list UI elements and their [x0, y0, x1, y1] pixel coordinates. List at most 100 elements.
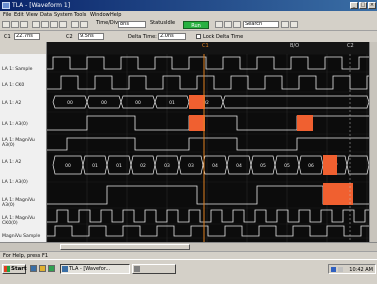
- taskbar: Start TLA - [Wavefor... 10:42 AM: [0, 259, 377, 284]
- timediv-field[interactable]: 8ns: [118, 21, 146, 28]
- delta-time-label: Delta Time:: [128, 34, 157, 40]
- waveform-svg: 0000000102000101020303040405050607: [46, 53, 370, 242]
- menu-data[interactable]: Data: [40, 12, 52, 18]
- lock-delta-checkbox[interactable]: [196, 34, 201, 39]
- a2-bus-mid-value: 02: [140, 163, 146, 169]
- delta-time-field[interactable]: 2.0ns: [158, 33, 186, 40]
- a3-highlight-2: [297, 115, 313, 131]
- search-go-icon[interactable]: [281, 21, 289, 28]
- taskbar-item-tla[interactable]: TLA - [Wavefor...: [60, 264, 130, 274]
- taskbar-item-2[interactable]: [132, 264, 176, 274]
- channel-label-magnivu-a3-2[interactable]: LA 1: MagniVu A3(0): [2, 198, 42, 208]
- a2-bus-value: 00: [135, 100, 141, 106]
- sample-waveform: [47, 56, 369, 70]
- task2-icon: [134, 266, 140, 272]
- print-icon[interactable]: [32, 21, 40, 28]
- next-icon[interactable]: [233, 21, 241, 28]
- a2-bus-mid-value: 01: [92, 163, 98, 169]
- find-next-icon[interactable]: [290, 21, 298, 28]
- channel-label-a2-2[interactable]: LA 1: A2: [2, 160, 21, 165]
- a3-2-waveform: [47, 185, 369, 205]
- window-title: TLA - [Waveform 1]: [12, 2, 71, 9]
- open-icon[interactable]: [11, 21, 19, 28]
- search-field[interactable]: Search: [243, 21, 279, 28]
- ck0-waveform: [47, 75, 369, 90]
- cursor1-label: C1: [4, 34, 11, 40]
- cursor2-label: C2: [66, 34, 73, 40]
- magnivu-a3-waveform: [47, 137, 369, 151]
- zoom-in-icon[interactable]: [71, 21, 79, 28]
- menu-bar: File Edit View Data System Tools Window …: [0, 11, 377, 19]
- channel-label-magnivu-sample[interactable]: MagniVu Sample: [2, 234, 40, 239]
- paste-icon[interactable]: [59, 21, 67, 28]
- menu-window[interactable]: Window: [90, 12, 110, 18]
- menu-file[interactable]: File: [3, 12, 11, 18]
- a2-bus-mid-segment: [346, 155, 370, 175]
- cursor1-marker[interactable]: C1: [202, 43, 209, 49]
- prev-icon[interactable]: [224, 21, 232, 28]
- taskbar-item-label: TLA - [Wavefor...: [69, 266, 111, 272]
- status-label: Status: [150, 20, 166, 26]
- explorer-icon[interactable]: [39, 265, 46, 272]
- label-header: [0, 42, 47, 54]
- menu-tools[interactable]: Tools: [74, 12, 86, 18]
- title-bar[interactable]: TLA - [Waveform 1] _ □ ×: [0, 0, 377, 11]
- channel-label-a3[interactable]: LA 1: A3(0): [2, 122, 28, 127]
- a3-2-highlight: [323, 183, 353, 205]
- stop-icon[interactable]: [215, 21, 223, 28]
- channel-label-sample[interactable]: LA 1: Sample: [2, 67, 32, 72]
- a2-bus-mid-value: 05: [260, 163, 266, 169]
- volume-icon[interactable]: [338, 267, 343, 272]
- channel-label-a3-2[interactable]: LA 1: A3(0): [2, 180, 28, 185]
- a2-bus-mid-value: 00: [65, 163, 71, 169]
- lock-delta-label: Lock Delta Time: [203, 34, 244, 40]
- a2-bus-value: 00: [101, 100, 107, 106]
- menu-view[interactable]: View: [26, 12, 38, 18]
- menu-edit[interactable]: Edit: [14, 12, 24, 18]
- channel-label-ck0[interactable]: LA 1: CK0: [2, 83, 24, 88]
- a2-bus-mid-value: 03: [164, 163, 170, 169]
- menu-help[interactable]: Help: [110, 12, 121, 18]
- desktop-icon[interactable]: [30, 265, 37, 272]
- a2-bus-value: 01: [169, 100, 175, 106]
- channel-label-magnivu-ck0[interactable]: LA 1: MagniVu CK0(0): [2, 216, 42, 226]
- zoom-out-icon[interactable]: [80, 21, 88, 28]
- run-button[interactable]: Run: [183, 21, 209, 29]
- a3-highlight: [189, 115, 205, 131]
- browser-icon[interactable]: [48, 265, 55, 272]
- magnivu-a3-2-waveform: [47, 209, 369, 223]
- a2-bus-mid-value: 03: [188, 163, 194, 169]
- maximize-button[interactable]: □: [359, 2, 367, 9]
- minimize-button[interactable]: _: [350, 2, 358, 9]
- time-ruler[interactable]: C1 B/O C2: [47, 42, 369, 54]
- channel-label-magnivu-a3[interactable]: LA 1: MagniVu A3(0): [2, 138, 42, 148]
- menu-system[interactable]: System: [54, 12, 73, 18]
- cut-icon[interactable]: [41, 21, 49, 28]
- save-icon[interactable]: [20, 21, 28, 28]
- close-button[interactable]: ×: [368, 2, 376, 9]
- status-value: Idle: [166, 20, 176, 26]
- clock: 10:42 AM: [349, 267, 373, 273]
- waveform-display[interactable]: 0000000102000101020303040405050607: [46, 53, 370, 242]
- a2-bus-value: 00: [67, 100, 73, 106]
- channel-label-panel: LA 1: Sample LA 1: CK0 LA 1: A2 LA 1: A3…: [0, 54, 47, 242]
- tla-task-icon: [62, 266, 68, 272]
- new-icon[interactable]: [2, 21, 10, 28]
- start-button[interactable]: Start: [2, 264, 27, 274]
- a2-bus-segment: [222, 95, 370, 109]
- network-icon[interactable]: [331, 267, 336, 272]
- copy-icon[interactable]: [50, 21, 58, 28]
- channel-label-a2[interactable]: LA 1: A2: [2, 101, 21, 106]
- system-tray: 10:42 AM: [328, 264, 376, 274]
- start-label: Start: [11, 266, 27, 272]
- cursor2-field[interactable]: 9.5ns: [78, 33, 104, 40]
- a2-bus-mid-value: 01: [116, 163, 122, 169]
- cursor1-field[interactable]: 22.7ns: [14, 33, 40, 40]
- a2-bus-mid-value: 04: [212, 163, 218, 169]
- vertical-scrollbar[interactable]: [369, 42, 377, 242]
- app-icon: [2, 2, 10, 9]
- a2-bus-mid-value: 06: [308, 163, 314, 169]
- cursor2-marker[interactable]: C2: [347, 43, 354, 49]
- scrollbar-thumb[interactable]: [60, 244, 190, 250]
- a2-highlight: [189, 95, 205, 109]
